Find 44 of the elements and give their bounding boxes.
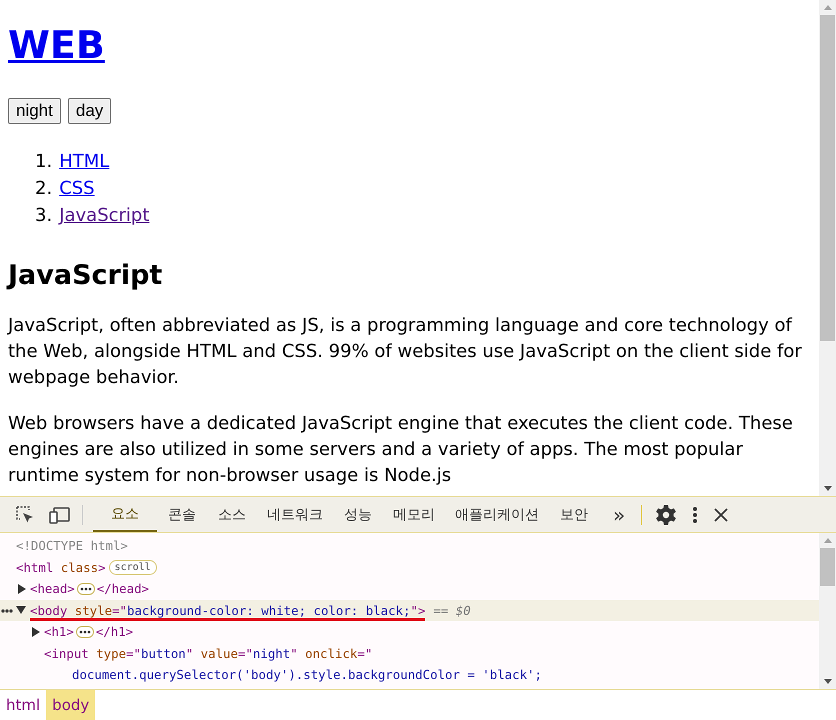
devtools-tab[interactable]: 메모리: [383, 497, 445, 532]
ellipsis-icon[interactable]: [76, 626, 94, 638]
dom-closing-tag: </h1>: [96, 624, 134, 640]
more-tabs-button[interactable]: »: [603, 502, 636, 526]
collapsed-triangle-icon[interactable]: [32, 626, 40, 637]
devtools-tab[interactable]: 성능: [333, 497, 383, 532]
devtools-tab[interactable]: 네트워크: [257, 497, 333, 532]
dom-node-code[interactable]: <html class>: [16, 560, 106, 575]
close-icon[interactable]: [713, 506, 730, 522]
dom-node-code[interactable]: <h1>: [44, 624, 74, 640]
nav-link[interactable]: HTML: [59, 148, 110, 175]
devtools-tab[interactable]: 애플리케이션: [445, 497, 549, 532]
list-number: 1.: [35, 150, 52, 174]
expanded-triangle-icon[interactable]: [16, 606, 26, 614]
breadcrumb[interactable]: body: [46, 690, 96, 720]
ellipsis-icon[interactable]: [1, 608, 13, 614]
dom-node-code[interactable]: <head>: [30, 581, 75, 596]
list-number: 3.: [35, 204, 52, 228]
mode-button[interactable]: night: [8, 98, 61, 124]
settings-icon[interactable]: [655, 504, 678, 526]
paragraph: JavaScript, often abbreviated as JS, is a programming language and core technology of the Web, alongside HTML and CSS. 99% of websites use JavaScript on the client side for webpage behavior.: [8, 314, 803, 390]
ellipsis-icon[interactable]: [76, 582, 95, 595]
device-toolbar-icon[interactable]: [49, 504, 71, 524]
devtools-tab[interactable]: 소스: [207, 497, 257, 532]
more-options-icon[interactable]: [691, 504, 700, 524]
scroll-badge[interactable]: scroll: [108, 560, 157, 575]
dom-node-code[interactable]: <body style="background-color: white; color: black;">: [30, 603, 426, 622]
devtools-tab[interactable]: 보안: [549, 497, 599, 532]
heading-link[interactable]: WEB: [8, 23, 105, 67]
list-number: 2.: [35, 177, 52, 201]
scrollbar[interactable]: [819, 0, 836, 496]
section-title: JavaScript: [8, 259, 164, 293]
node-reference: == $0: [433, 602, 471, 618]
dom-node-code[interactable]: <input type="button" value="night" onclick=": [44, 646, 372, 661]
inspect-icon[interactable]: [15, 504, 35, 524]
nav-link[interactable]: CSS: [59, 175, 95, 202]
breadcrumb[interactable]: html: [0, 690, 46, 720]
devtools-tab[interactable]: 콘솔: [157, 497, 207, 532]
paragraph: Web browsers have a dedicated JavaScript engine that executes the client code. These engines are also utilized in some servers and a variety of apps. The most popular runtime system for non-browser usage is Node.js: [8, 412, 794, 488]
nav-link[interactable]: JavaScript: [59, 202, 150, 229]
dom-closing-tag: </head>: [96, 581, 149, 596]
mode-button[interactable]: day: [68, 98, 112, 124]
dom-attribute-value: document.querySelector('body').style.backgroundColor = 'black';: [72, 667, 542, 682]
scrollbar[interactable]: [819, 533, 836, 689]
